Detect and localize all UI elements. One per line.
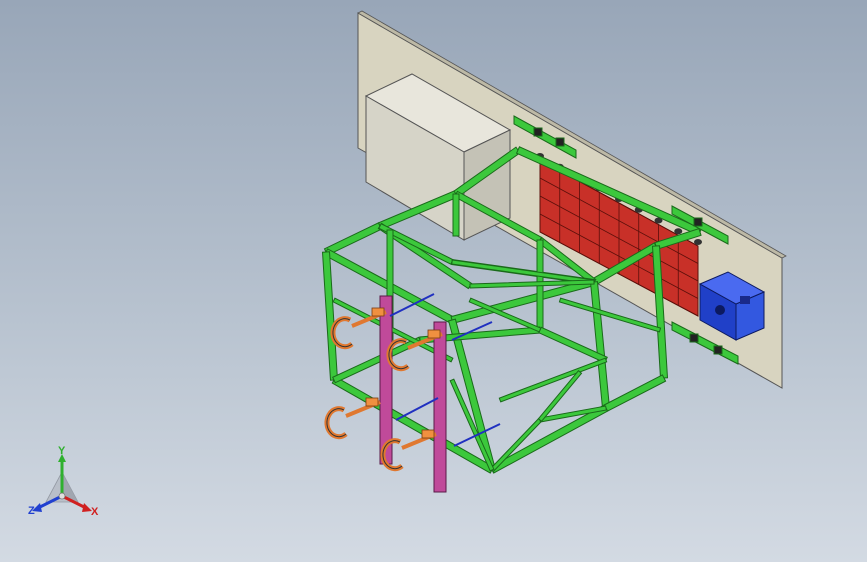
frame-beam [332,336,422,384]
gripper-jaw-outline [326,408,347,438]
axis-triad[interactable]: Y X Z [22,446,106,526]
actuator-body [427,329,441,339]
mounting-plate [433,321,447,493]
gripper-jaw-outline [332,318,353,348]
mounting-plate [379,295,393,465]
frame-beam [323,222,383,256]
frame-beam [452,193,460,237]
axis-z-label: Z [28,505,35,517]
frame-beam [589,281,611,409]
actuator-body [371,307,385,317]
actuator-body [365,397,379,407]
axis-y-label: Y [58,445,66,457]
frame-beam [498,357,608,403]
gripper-tools[interactable] [324,295,447,493]
cad-model[interactable] [0,0,867,562]
grid-knob [674,228,683,235]
actuator-body [421,429,435,439]
frame-beam [489,404,609,474]
grid-knob [694,239,702,245]
axis-x-label: X [91,506,99,518]
frame-beam [603,374,667,412]
3d-graphics-viewport[interactable]: Y X Z [0,0,867,562]
frame-beam [321,251,339,381]
